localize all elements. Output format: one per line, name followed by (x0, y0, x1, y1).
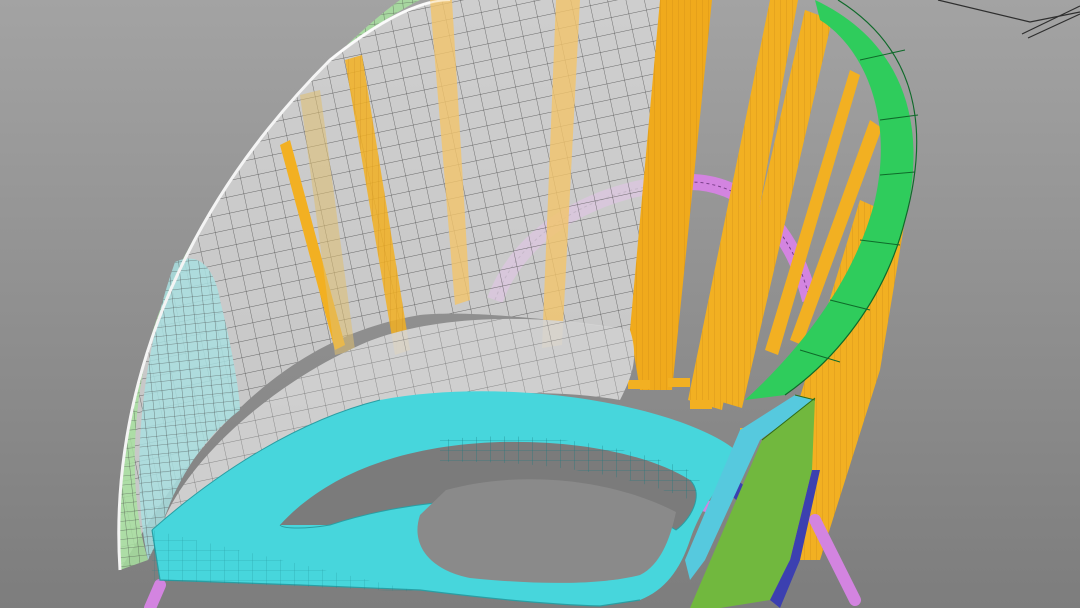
3d-viewport[interactable] (0, 0, 1080, 608)
scene-canvas[interactable] (0, 0, 1080, 608)
